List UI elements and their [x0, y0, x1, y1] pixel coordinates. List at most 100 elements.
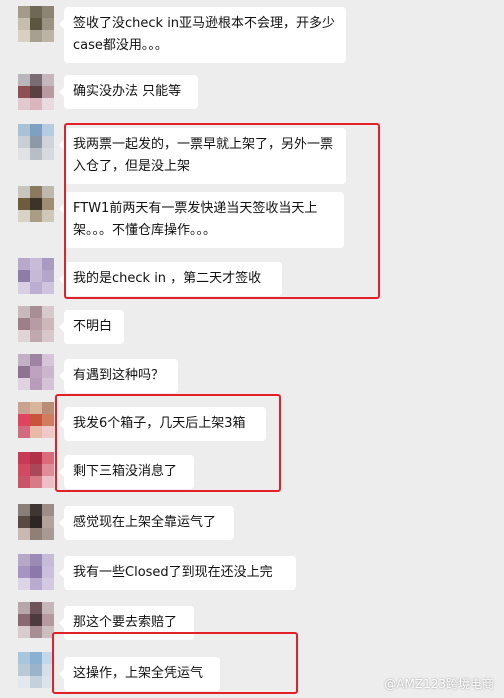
message-bubble: 感觉现在上架全靠运气了	[59, 506, 234, 540]
avatar-pixel	[30, 74, 42, 86]
avatar-pixel	[42, 578, 54, 590]
avatar-pixel	[18, 98, 30, 110]
avatar[interactable]	[18, 554, 54, 590]
avatar[interactable]	[18, 452, 54, 488]
avatar-pixel	[18, 186, 30, 198]
avatar-pixel	[18, 258, 30, 270]
avatar-pixel	[42, 476, 54, 488]
avatar-pixel	[30, 504, 42, 516]
avatar-pixel	[42, 30, 54, 42]
message-bubble: 我发6个箱子，几天后上架3箱	[59, 407, 266, 441]
avatar-pixel	[30, 282, 42, 294]
avatar-pixel	[18, 464, 30, 476]
avatar[interactable]	[18, 258, 54, 294]
avatar-pixel	[18, 426, 30, 438]
avatar-pixel	[42, 354, 54, 366]
avatar-pixel	[42, 426, 54, 438]
avatar-pixel	[18, 504, 30, 516]
avatar-pixel	[30, 136, 42, 148]
avatar-pixel	[30, 258, 42, 270]
avatar[interactable]	[18, 402, 54, 438]
avatar-pixel	[42, 614, 54, 626]
avatar-pixel	[42, 148, 54, 160]
avatar-pixel	[18, 602, 30, 614]
avatar-pixel	[30, 602, 42, 614]
avatar-pixel	[30, 6, 42, 18]
avatar-pixel	[42, 282, 54, 294]
avatar-pixel	[18, 86, 30, 98]
message-bubble: 这操作，上架全凭运气	[59, 657, 220, 691]
avatar[interactable]	[18, 354, 54, 390]
avatar[interactable]	[18, 6, 54, 42]
avatar-pixel	[42, 186, 54, 198]
avatar-pixel	[18, 318, 30, 330]
avatar-pixel	[42, 270, 54, 282]
avatar-pixel	[42, 136, 54, 148]
avatar-pixel	[30, 676, 42, 688]
avatar-pixel	[42, 378, 54, 390]
avatar[interactable]	[18, 652, 54, 688]
message-bubble: 确实没办法 只能等	[59, 75, 198, 109]
avatar-pixel	[18, 528, 30, 540]
avatar-pixel	[18, 6, 30, 18]
avatar-pixel	[30, 354, 42, 366]
avatar-pixel	[18, 354, 30, 366]
avatar-pixel	[42, 452, 54, 464]
avatar-pixel	[18, 270, 30, 282]
avatar-pixel	[30, 464, 42, 476]
avatar-pixel	[42, 366, 54, 378]
avatar-pixel	[42, 74, 54, 86]
avatar[interactable]	[18, 602, 54, 638]
avatar[interactable]	[18, 124, 54, 160]
avatar-pixel	[42, 318, 54, 330]
avatar-pixel	[18, 452, 30, 464]
avatar[interactable]	[18, 504, 54, 540]
avatar-pixel	[18, 614, 30, 626]
avatar-pixel	[42, 566, 54, 578]
avatar-pixel	[30, 614, 42, 626]
avatar-pixel	[30, 414, 42, 426]
avatar-pixel	[30, 426, 42, 438]
avatar-pixel	[42, 602, 54, 614]
avatar-pixel	[30, 210, 42, 222]
avatar[interactable]	[18, 186, 54, 222]
avatar-pixel	[42, 18, 54, 30]
avatar-pixel	[30, 566, 42, 578]
avatar-pixel	[30, 652, 42, 664]
message-bubble: 剩下三箱没消息了	[59, 455, 194, 489]
avatar-pixel	[18, 554, 30, 566]
avatar-pixel	[30, 306, 42, 318]
avatar-pixel	[42, 528, 54, 540]
avatar-pixel	[30, 270, 42, 282]
avatar-pixel	[30, 402, 42, 414]
message-bubble: 我两票一起发的，一票早就上架了，另外一票入仓了，但是没上架	[59, 128, 346, 184]
avatar-pixel	[42, 86, 54, 98]
avatar-pixel	[18, 652, 30, 664]
avatar-pixel	[42, 330, 54, 342]
avatar-pixel	[30, 554, 42, 566]
message-bubble: 有遇到这种吗？	[59, 359, 178, 393]
avatar-pixel	[18, 198, 30, 210]
avatar-pixel	[18, 210, 30, 222]
avatar-pixel	[42, 210, 54, 222]
avatar-pixel	[42, 6, 54, 18]
avatar-pixel	[18, 124, 30, 136]
avatar-pixel	[30, 528, 42, 540]
avatar-pixel	[30, 86, 42, 98]
avatar-pixel	[18, 136, 30, 148]
avatar-pixel	[42, 98, 54, 110]
avatar[interactable]	[18, 74, 54, 110]
avatar-pixel	[30, 476, 42, 488]
avatar-pixel	[30, 516, 42, 528]
avatar-pixel	[30, 578, 42, 590]
avatar-pixel	[18, 282, 30, 294]
avatar-pixel	[30, 452, 42, 464]
avatar[interactable]	[18, 306, 54, 342]
avatar-pixel	[30, 378, 42, 390]
avatar-pixel	[18, 330, 30, 342]
message-bubble: FTW1前两天有一票发快递当天签收当天上架。。。不懂仓库操作。。。	[59, 192, 344, 248]
avatar-pixel	[18, 414, 30, 426]
avatar-pixel	[30, 18, 42, 30]
watermark: @AMZ123跨境电商	[384, 677, 494, 691]
avatar-pixel	[30, 626, 42, 638]
